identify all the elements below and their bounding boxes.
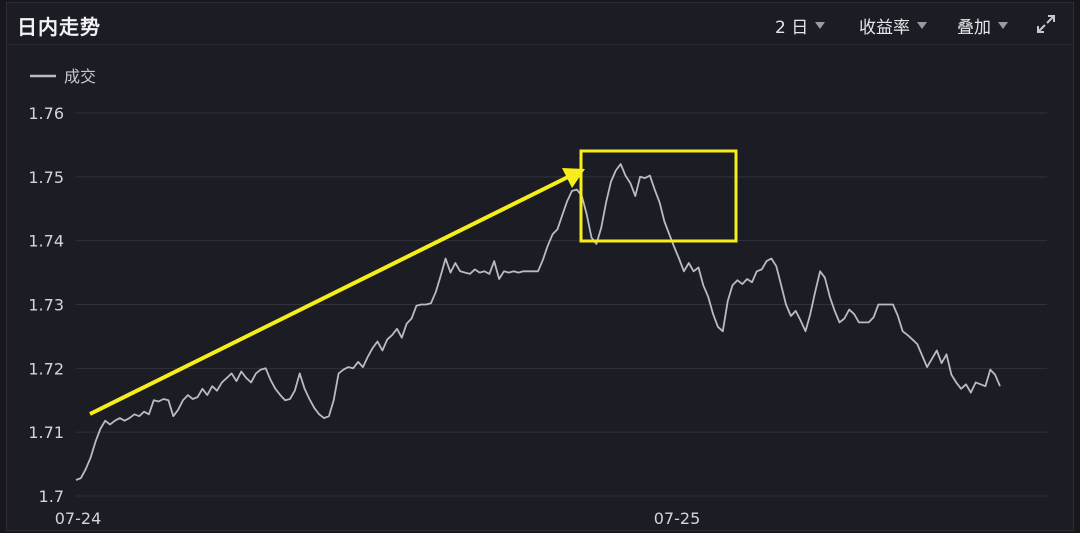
x-tick-label: 07-25 [654, 509, 701, 528]
price-line-chart: 1.76 1.75 1.74 1.73 1.72 1.71 1.7 07-24 07-25 成交 [28, 67, 1047, 528]
annotation-highlight-box [579, 149, 738, 243]
y-tick-label: 1.76 [28, 104, 64, 123]
y-tick-label: 1.74 [28, 232, 64, 251]
x-tick-label: 07-24 [55, 509, 102, 528]
y-tick-label: 1.7 [39, 487, 64, 506]
annotation-arrow-shaft [89, 174, 571, 416]
y-tick-label: 1.72 [28, 359, 64, 378]
y-tick-label: 1.73 [28, 296, 64, 315]
legend-label: 成交 [64, 67, 96, 86]
y-tick-label: 1.75 [28, 168, 64, 187]
y-tick-label: 1.71 [28, 423, 64, 442]
